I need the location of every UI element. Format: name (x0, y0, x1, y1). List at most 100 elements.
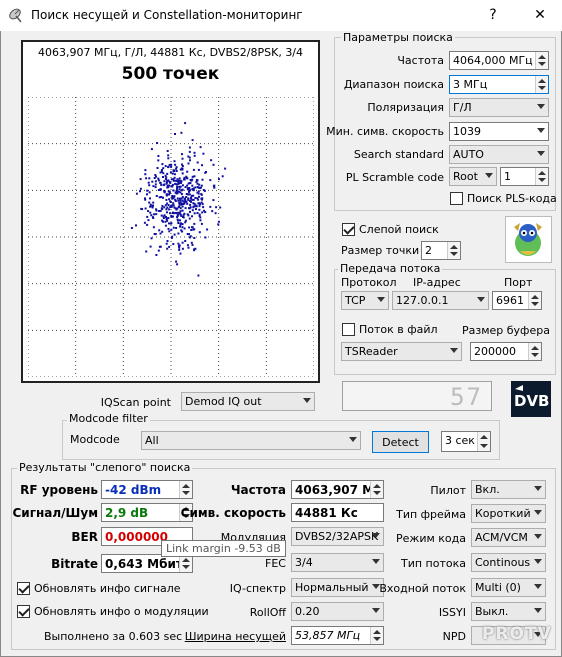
dotsize-spinner[interactable] (447, 242, 460, 259)
constellation-point (188, 233, 190, 236)
rf-value[interactable]: -42 dBm (101, 480, 193, 499)
tofile-checkbox[interactable] (342, 323, 355, 336)
constellation-point (166, 211, 168, 214)
blind-search-checkbox[interactable] (342, 223, 355, 236)
close-button[interactable]: ✕ (527, 4, 553, 26)
proto-select[interactable]: TCP (341, 291, 389, 310)
bitrate-spinner[interactable] (179, 555, 192, 572)
mascot-icon[interactable] (505, 216, 552, 263)
constellation-point (170, 222, 173, 225)
res-bw-value[interactable]: 53,857 МГц (291, 626, 384, 645)
issyi-select[interactable]: Выкл. (471, 602, 546, 621)
snr-value[interactable]: 2,9 dB (101, 503, 193, 522)
help-button[interactable]: ? (480, 4, 506, 26)
constellation-point (166, 193, 169, 196)
constellation-point (145, 177, 148, 180)
constellation-point (169, 212, 171, 215)
chevron-down-icon (372, 533, 380, 538)
constellation-point (181, 247, 184, 250)
constellation-plot: 4063,907 МГц, Г/Л, 44881 Кс, DVBS2/8PSK,… (21, 40, 320, 383)
dotsize-input[interactable]: 2 (421, 241, 461, 260)
input-select[interactable]: Multi (0) (471, 578, 546, 597)
codemode-select[interactable]: ACM/VCM (471, 528, 546, 547)
pls-mode-select[interactable]: Root (449, 167, 497, 186)
update-mod-checkbox[interactable] (17, 605, 30, 618)
res-fec-select[interactable]: 3/4 (291, 553, 384, 572)
update-signal-checkbox[interactable] (17, 582, 30, 595)
res-rolloff-select[interactable]: 0.20 (291, 602, 384, 621)
constellation-point (168, 181, 171, 184)
constellation-point (173, 233, 176, 236)
res-sr-value[interactable]: 44881 Кс (291, 503, 384, 522)
constellation-point (161, 205, 164, 208)
constellation-point (178, 188, 181, 191)
constellation-point (173, 176, 176, 179)
constellation-point (179, 197, 181, 200)
streamtype-select[interactable]: Continous (471, 553, 546, 572)
range-spinner[interactable] (535, 76, 548, 93)
rf-spinner[interactable] (179, 481, 192, 498)
res-iq-select[interactable]: Нормальный (291, 578, 384, 597)
constellation-point (162, 220, 164, 223)
pls-code-input[interactable]: 1 (500, 167, 549, 186)
minsr-select[interactable]: 1039 (449, 122, 549, 141)
modcode-label: Modcode (70, 433, 120, 446)
chevron-down-icon (537, 151, 545, 156)
res-freq-spinner[interactable] (370, 481, 383, 498)
constellation-point (197, 190, 200, 193)
modcode-select[interactable]: All (141, 431, 361, 450)
dvb-logo-icon: DVB (511, 381, 551, 417)
constellation-point (169, 201, 172, 203)
reader-select[interactable]: TSReader (341, 342, 462, 361)
constellation-point (168, 222, 170, 225)
freq-spinner[interactable] (535, 52, 548, 69)
iqscan-select[interactable]: Demod IQ out (181, 392, 315, 411)
constellation-point (181, 199, 184, 202)
freq-input[interactable]: 4064,000 МГц (449, 51, 549, 70)
constellation-point (151, 205, 153, 208)
port-spinner[interactable] (528, 292, 541, 309)
constellation-point (179, 252, 182, 255)
res-sr-label: Симв. скорость (180, 506, 286, 520)
proto-label: Протокол (341, 276, 397, 289)
chevron-down-icon (372, 608, 380, 613)
pilot-select[interactable]: Вкл. (471, 480, 546, 499)
constellation-point (179, 219, 181, 222)
modcode-filter-title: Modcode filter (67, 412, 150, 425)
res-freq-value[interactable]: 4063,907 МГц (291, 480, 384, 499)
link-margin-tooltip: Link margin -9.53 dB (161, 540, 286, 557)
constellation-point (219, 206, 222, 209)
detect-button[interactable]: Detect (372, 431, 429, 453)
constellation-point (144, 198, 147, 201)
polar-select[interactable]: Г/Л (449, 98, 549, 117)
res-freq-label: Частота (230, 483, 286, 497)
pls-spinner[interactable] (535, 168, 548, 185)
constellation-point (162, 176, 164, 178)
constellation-point (167, 227, 170, 230)
std-select[interactable]: AUTO (449, 145, 549, 164)
bufsize-spinner[interactable] (528, 343, 541, 360)
res-iq-label: IQ-спектр (229, 582, 286, 595)
constellation-point (157, 155, 160, 157)
points-count: 500 точек (121, 64, 220, 84)
constellation-point (212, 163, 215, 166)
res-bw-spinner[interactable] (370, 627, 383, 644)
constellation-point (163, 206, 166, 209)
constellation-point (160, 207, 163, 210)
constellation-point (171, 172, 174, 175)
timeout-spinner[interactable] (477, 432, 490, 451)
port-input[interactable]: 6961 (492, 291, 542, 310)
chevron-down-icon (303, 398, 311, 403)
constellation-point (174, 163, 177, 166)
bufsize-input[interactable]: 200000 (470, 342, 542, 361)
constellation-point (204, 171, 207, 174)
constellation-point (164, 220, 167, 223)
constellation-point (198, 208, 201, 211)
ip-select[interactable]: 127.0.0.1 (392, 291, 489, 310)
timeout-input[interactable]: 3 сек (441, 431, 491, 452)
res-mod-select[interactable]: DVBS2/32APSK (291, 527, 384, 546)
frame-select[interactable]: Короткий (471, 504, 546, 523)
pls-search-checkbox[interactable] (450, 192, 463, 205)
range-input[interactable]: 3 МГц (449, 75, 549, 94)
constellation-point (148, 177, 151, 180)
